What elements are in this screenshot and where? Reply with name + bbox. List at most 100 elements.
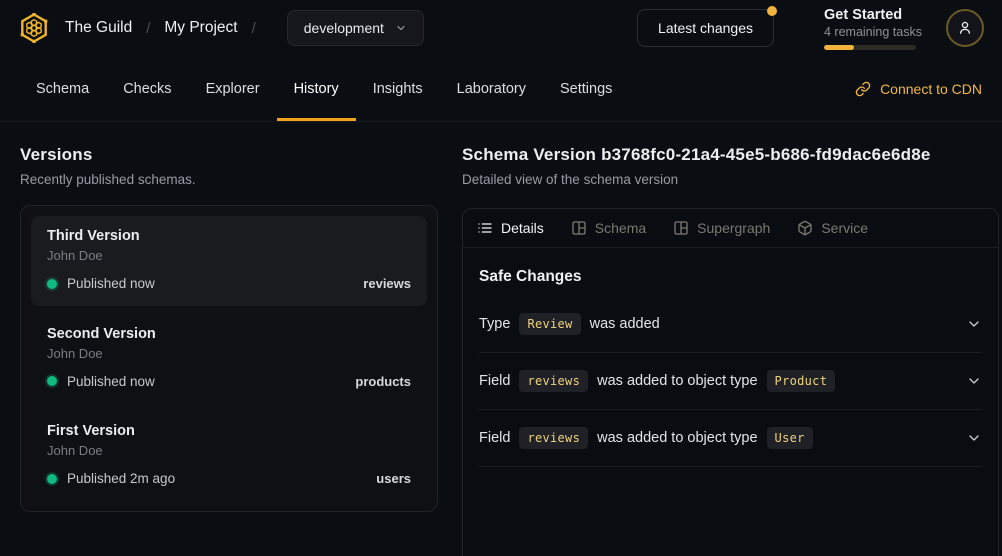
version-author: John Doe (47, 248, 411, 263)
detail-tab-schema[interactable]: Schema (571, 220, 646, 236)
code-badge: User (767, 427, 813, 449)
version-item-first[interactable]: First Version John Doe Published 2m ago … (31, 411, 427, 501)
change-middle: was added to object type (597, 373, 757, 389)
latest-changes-button[interactable]: Latest changes (637, 9, 774, 47)
code-badge: Review (519, 313, 580, 335)
published-status-dot (47, 279, 57, 289)
change-row-field-user[interactable]: Field reviews was added to object type U… (479, 410, 982, 467)
version-author: John Doe (47, 443, 411, 458)
columns-icon (673, 220, 689, 236)
tab-checks[interactable]: Checks (106, 56, 188, 121)
version-meta: Published 2m ago users (47, 471, 411, 486)
tab-insights[interactable]: Insights (356, 56, 440, 121)
link-icon (855, 81, 871, 97)
breadcrumb-separator: / (146, 20, 150, 37)
change-prefix: Type (479, 316, 510, 332)
detail-tab-details[interactable]: Details (477, 220, 544, 236)
connect-cdn-link[interactable]: Connect to CDN (855, 56, 982, 121)
get-started-progress-fill (824, 45, 854, 50)
main-nav: Schema Checks Explorer History Insights … (0, 56, 1002, 122)
version-status-text: Published now (67, 374, 155, 389)
breadcrumb-org[interactable]: The Guild (65, 19, 132, 37)
published-status-dot (47, 474, 57, 484)
columns-icon (571, 220, 587, 236)
schema-version-detail-card: Details Schema (462, 208, 999, 556)
version-service-tag: users (376, 471, 411, 486)
version-item-third[interactable]: Third Version John Doe Published now rev… (31, 216, 427, 306)
chevron-down-icon (966, 430, 982, 446)
version-status-text: Published 2m ago (67, 471, 175, 486)
code-badge: reviews (519, 370, 588, 392)
detail-tab-service[interactable]: Service (797, 220, 868, 236)
detail-tab-label: Service (821, 220, 868, 236)
schema-version-title: Schema Version b3768fc0-21a4-45e5-b686-f… (462, 145, 999, 165)
environment-select-value: development (304, 20, 384, 36)
change-text: Field reviews was added to object type U… (479, 427, 813, 449)
detail-tabs: Details Schema (463, 209, 998, 248)
version-name: Third Version (47, 228, 411, 244)
change-row-field-product[interactable]: Field reviews was added to object type P… (479, 353, 982, 410)
chevron-down-icon (966, 316, 982, 332)
get-started-title: Get Started (824, 7, 916, 23)
content-area: Versions Recently published schemas. Thi… (0, 122, 1002, 556)
schema-version-panel: Schema Version b3768fc0-21a4-45e5-b686-f… (462, 122, 999, 556)
change-middle: was added (590, 316, 660, 332)
change-text: Type Review was added (479, 313, 660, 335)
versions-list: Third Version John Doe Published now rev… (20, 205, 438, 512)
code-badge: Product (767, 370, 836, 392)
version-author: John Doe (47, 346, 411, 361)
tab-laboratory[interactable]: Laboratory (440, 56, 543, 121)
list-icon (477, 220, 493, 236)
version-meta: Published now reviews (47, 276, 411, 291)
environment-select[interactable]: development (287, 10, 424, 46)
cube-icon (797, 220, 813, 236)
version-status: Published 2m ago (47, 471, 175, 486)
version-meta: Published now products (47, 374, 411, 389)
change-row-type-review[interactable]: Type Review was added (479, 296, 982, 353)
schema-version-subtitle: Detailed view of the schema version (462, 172, 999, 187)
versions-subtitle: Recently published schemas. (20, 172, 438, 187)
latest-changes-label: Latest changes (658, 20, 753, 36)
tab-explorer[interactable]: Explorer (189, 56, 277, 121)
version-name: First Version (47, 423, 411, 439)
version-item-second[interactable]: Second Version John Doe Published now pr… (31, 314, 427, 404)
version-status: Published now (47, 374, 155, 389)
versions-panel: Versions Recently published schemas. Thi… (0, 122, 438, 556)
user-avatar[interactable] (946, 9, 984, 47)
connect-cdn-label: Connect to CDN (880, 81, 982, 97)
code-badge: reviews (519, 427, 588, 449)
tab-settings[interactable]: Settings (543, 56, 629, 121)
breadcrumb-project[interactable]: My Project (164, 19, 237, 37)
app-root: The Guild / My Project / development Lat… (0, 0, 1002, 556)
safe-changes-heading: Safe Changes (479, 268, 982, 286)
breadcrumb-separator: / (252, 20, 256, 37)
tab-history[interactable]: History (277, 56, 356, 121)
chevron-down-icon (395, 22, 407, 34)
get-started-progressbar (824, 45, 916, 50)
detail-body: Safe Changes Type Review was added (463, 268, 998, 467)
version-service-tag: products (355, 374, 411, 389)
version-service-tag: reviews (363, 276, 411, 291)
hive-logo-icon[interactable] (18, 12, 50, 44)
get-started-widget[interactable]: Get Started 4 remaining tasks (824, 7, 916, 50)
detail-tab-label: Supergraph (697, 220, 770, 236)
version-status-text: Published now (67, 276, 155, 291)
change-middle: was added to object type (597, 430, 757, 446)
tab-schema[interactable]: Schema (19, 56, 106, 121)
change-text: Field reviews was added to object type P… (479, 370, 835, 392)
change-prefix: Field (479, 430, 510, 446)
user-icon (956, 19, 974, 37)
published-status-dot (47, 376, 57, 386)
changes-list: Type Review was added Field (479, 296, 982, 467)
version-status: Published now (47, 276, 155, 291)
detail-tab-supergraph[interactable]: Supergraph (673, 220, 770, 236)
top-header: The Guild / My Project / development Lat… (0, 0, 1002, 56)
notification-dot (767, 6, 777, 16)
change-prefix: Field (479, 373, 510, 389)
versions-title: Versions (20, 145, 438, 165)
get-started-subtitle: 4 remaining tasks (824, 25, 916, 39)
chevron-down-icon (966, 373, 982, 389)
detail-tab-label: Schema (595, 220, 646, 236)
version-name: Second Version (47, 326, 411, 342)
detail-tab-label: Details (501, 220, 544, 236)
